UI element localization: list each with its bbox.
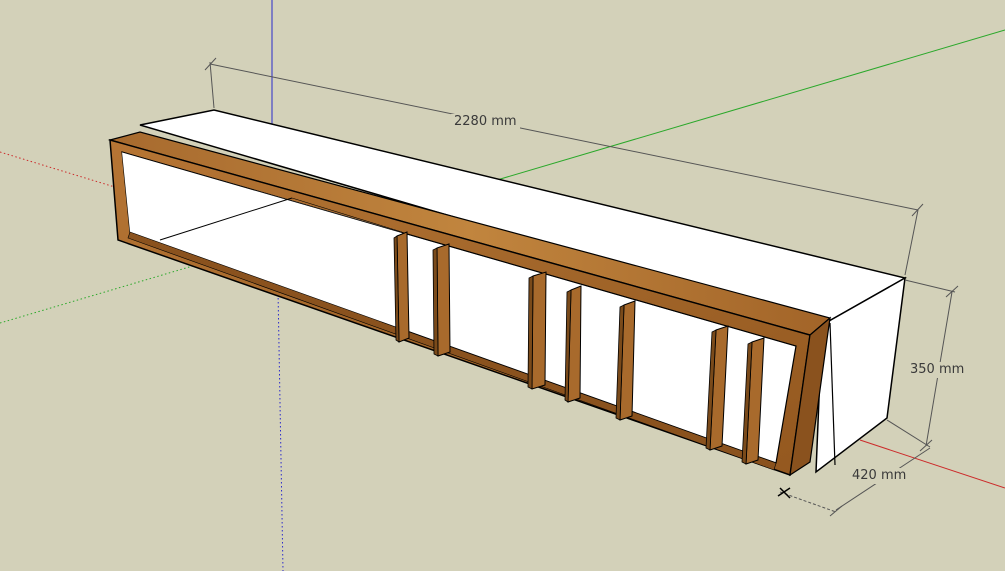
blue-axis-dotted [277, 289, 284, 571]
depth-dimension-label[interactable]: 420 mm [849, 468, 910, 484]
scene-canvas[interactable] [0, 0, 1005, 571]
red-axis-dotted [0, 151, 119, 189]
slat-2 [432, 243, 451, 357]
height-dimension-label[interactable]: 350 mm [907, 362, 968, 378]
slat-4 [564, 285, 582, 403]
green-axis [496, 29, 1005, 181]
slat-3 [527, 271, 547, 390]
length-dimension-label[interactable]: 2280 mm [451, 114, 520, 130]
slat-1 [393, 231, 410, 343]
modeling-viewport[interactable]: 2280 mm 350 mm 420 mm [0, 0, 1005, 571]
